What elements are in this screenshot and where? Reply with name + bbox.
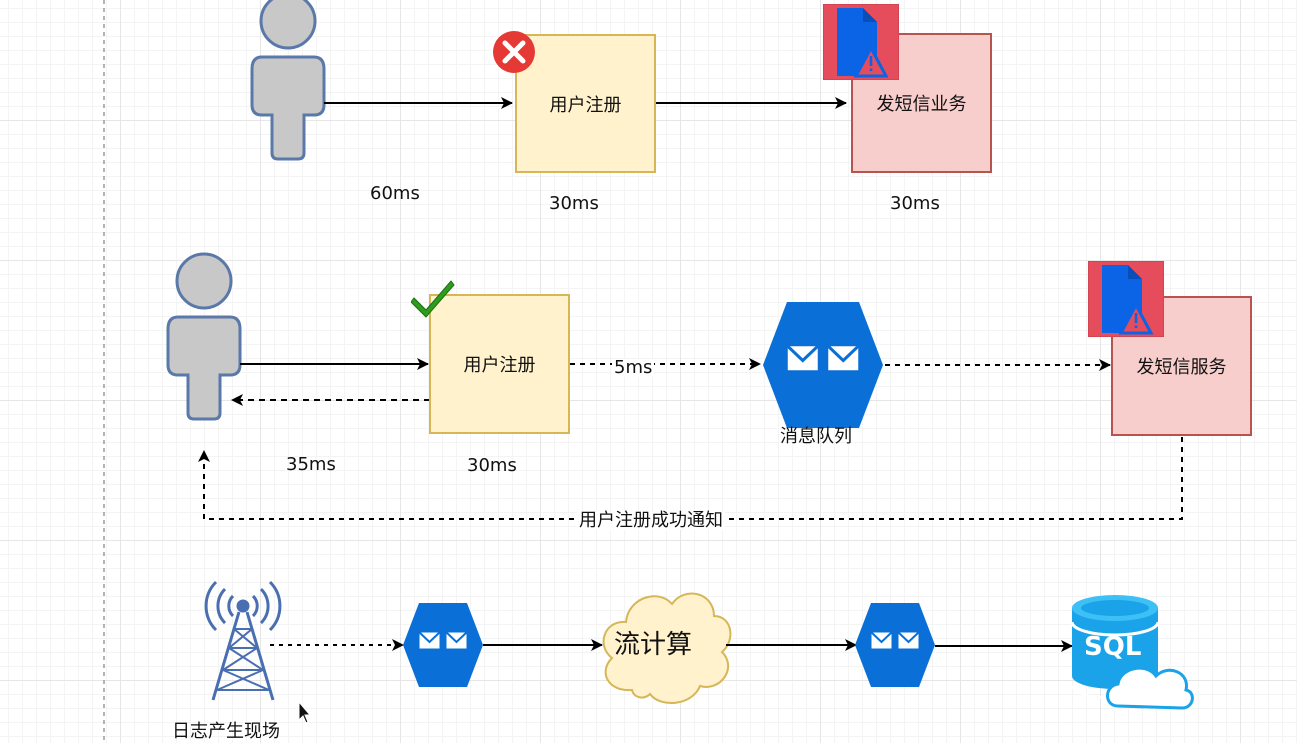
stream-compute-label: 流计算 <box>614 630 693 660</box>
register-box-label: 用户注册 <box>549 94 622 116</box>
timing-sms: 30ms <box>890 193 940 214</box>
sql-label: SQL <box>1084 632 1142 662</box>
user-icon <box>166 252 242 421</box>
user-icon <box>250 0 326 161</box>
sms-box-label: 发短信服务 <box>1136 357 1227 378</box>
timing-user: 60ms <box>370 183 420 204</box>
error-icon <box>492 30 536 74</box>
arrow-notify-user <box>198 437 1183 520</box>
message-queue-icon <box>402 602 484 688</box>
queue-label: 消息队列 <box>780 426 852 447</box>
timing-mq: 5ms <box>612 357 655 378</box>
doc-warning-icon <box>821 2 901 82</box>
sms-box-label: 发短信业务 <box>876 94 967 115</box>
check-icon <box>410 276 455 320</box>
cursor-icon <box>298 700 312 724</box>
register-box-label: 用户注册 <box>463 355 536 376</box>
message-queue-icon <box>761 300 885 430</box>
message-queue-icon <box>854 602 936 688</box>
doc-warning-icon <box>1086 259 1166 339</box>
log-source-label: 日志产生现场 <box>172 721 280 742</box>
timing-register: 30ms <box>467 455 517 476</box>
timing-register: 30ms <box>549 193 599 214</box>
notify-label: 用户注册成功通知 <box>577 510 725 531</box>
antenna-icon <box>204 580 282 701</box>
register-box[interactable]: 用户注册 <box>515 34 656 173</box>
timing-user: 35ms <box>286 454 336 475</box>
